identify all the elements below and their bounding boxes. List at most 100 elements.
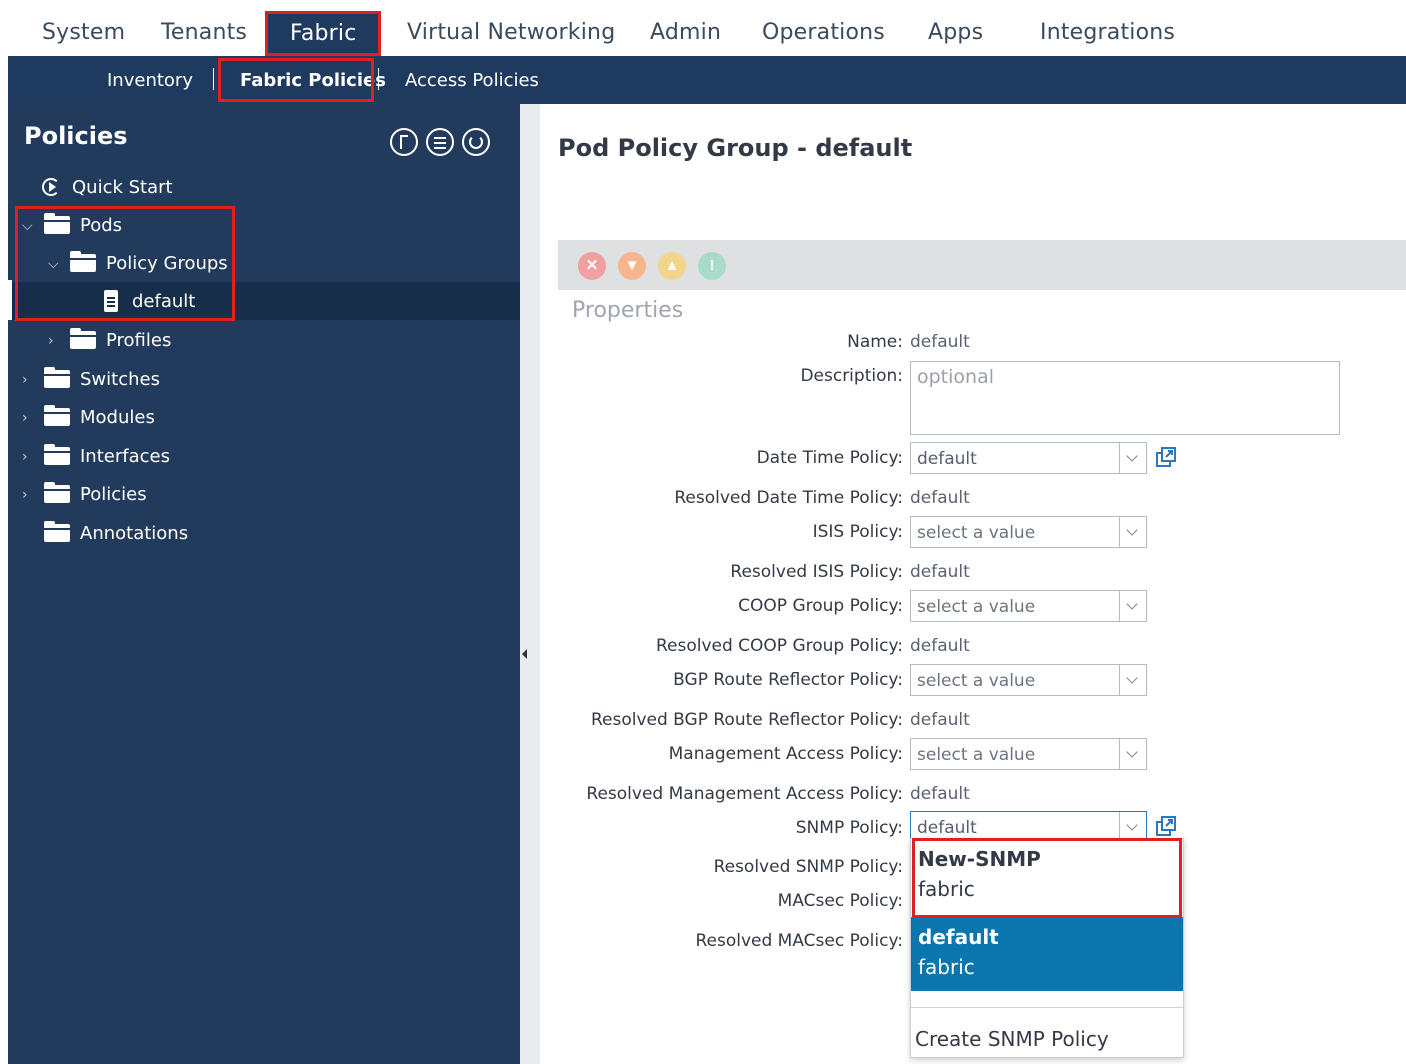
sidebar-item-annotations[interactable]: Annotations: [44, 514, 188, 552]
sidebar-item-profiles[interactable]: › Profiles: [48, 321, 171, 359]
sidebar-item-label: Policies: [80, 483, 147, 505]
mgmt-access-policy-label: Management Access Policy:: [668, 744, 903, 764]
minor-fault-icon[interactable]: ▲: [658, 252, 686, 280]
chevron-right-icon[interactable]: ›: [48, 333, 62, 349]
chevron-right-icon[interactable]: ›: [22, 410, 36, 426]
chevron-down-icon[interactable]: ⌵: [48, 256, 62, 272]
resolved-date-time-value: default: [910, 488, 970, 508]
quick-start-icon: [42, 178, 60, 196]
isis-policy-select[interactable]: select a value: [910, 516, 1147, 548]
sidebar-item-label: Annotations: [80, 522, 189, 544]
resolved-mgmt-label: Resolved Management Access Policy:: [586, 784, 903, 804]
resolved-date-time-label: Resolved Date Time Policy:: [674, 488, 903, 508]
sidebar-item-default[interactable]: default: [104, 282, 195, 320]
pane-splitter[interactable]: [520, 104, 540, 1064]
folder-icon: [44, 482, 70, 503]
resolved-coop-label: Resolved COOP Group Policy:: [655, 636, 903, 656]
coop-policy-label: COOP Group Policy:: [738, 596, 903, 616]
collapse-arrow-icon[interactable]: [522, 649, 527, 659]
sidebar-item-policies[interactable]: › Policies: [22, 475, 147, 513]
mgmt-access-policy-select[interactable]: select a value: [910, 738, 1147, 770]
bgp-policy-label: BGP Route Reflector Policy:: [673, 670, 903, 690]
chevron-down-icon[interactable]: [1119, 739, 1146, 769]
sidebar-item-interfaces[interactable]: › Interfaces: [22, 437, 170, 475]
folder-icon: [44, 521, 70, 542]
sidebar-item-label: Modules: [80, 406, 155, 428]
sidebar-item-policy-groups[interactable]: ⌵ Policy Groups: [48, 244, 228, 282]
chevron-right-icon[interactable]: ›: [22, 487, 36, 503]
description-field[interactable]: optional: [910, 361, 1340, 435]
coop-policy-select[interactable]: select a value: [910, 590, 1147, 622]
subnav-separator: [378, 68, 379, 90]
select-value: default: [917, 449, 977, 469]
tab-tenants[interactable]: Tenants: [161, 20, 247, 45]
subnav-separator: [213, 68, 214, 90]
sub-nav: Inventory Fabric Policies Access Policie…: [8, 56, 1406, 104]
critical-fault-icon[interactable]: ✕: [578, 252, 606, 280]
folder-icon: [44, 213, 70, 234]
warning-fault-icon[interactable]: !: [698, 252, 726, 280]
tab-integrations[interactable]: Integrations: [1040, 20, 1175, 45]
chevron-down-icon[interactable]: [1119, 591, 1146, 621]
folder-icon: [70, 251, 96, 272]
option-tenant: fabric: [918, 877, 975, 901]
description-label: Description:: [800, 366, 903, 386]
tab-operations[interactable]: Operations: [762, 20, 885, 45]
sidebar-item-label: Switches: [80, 368, 160, 390]
resolved-macsec-label: Resolved MACsec Policy:: [695, 931, 903, 951]
top-nav: System Tenants Fabric Virtual Networking…: [8, 0, 1406, 56]
refresh-icon[interactable]: [462, 128, 490, 156]
select-value: select a value: [917, 745, 1036, 765]
dropdown-option-default[interactable]: default fabric: [911, 917, 1183, 991]
subnav-access-policies[interactable]: Access Policies: [405, 70, 539, 91]
chevron-down-icon[interactable]: [1119, 443, 1146, 473]
sidebar-item-label: Interfaces: [80, 445, 170, 467]
sidebar-item-switches[interactable]: › Switches: [22, 360, 160, 398]
select-value: default: [917, 818, 977, 838]
sidebar-item-label: Quick Start: [72, 176, 173, 198]
date-time-policy-select[interactable]: default: [910, 442, 1147, 474]
isis-policy-label: ISIS Policy:: [812, 522, 903, 542]
sidebar-item-label: Profiles: [106, 329, 172, 351]
tab-fabric[interactable]: Fabric: [268, 12, 379, 56]
sidebar-item-quick-start[interactable]: Quick Start: [42, 168, 173, 206]
tab-system[interactable]: System: [42, 20, 125, 45]
bgp-policy-select[interactable]: select a value: [910, 664, 1147, 696]
dropdown-option-new-snmp[interactable]: New-SNMP fabric: [911, 839, 1183, 913]
sidebar-item-pods[interactable]: ⌵ Pods: [22, 206, 122, 244]
properties-heading: Properties: [572, 298, 684, 323]
chevron-down-icon[interactable]: ⌵: [22, 218, 36, 234]
option-tenant: fabric: [918, 955, 975, 979]
major-fault-icon[interactable]: ▼: [618, 252, 646, 280]
name-label: Name:: [847, 332, 903, 352]
resolved-bgp-value: default: [910, 710, 970, 730]
option-name: default: [918, 925, 999, 949]
fault-counts-bar: ✕ ▼ ▲ !: [558, 240, 1406, 290]
tab-apps[interactable]: Apps: [928, 20, 983, 45]
folder-icon: [44, 405, 70, 426]
option-name: New-SNMP: [918, 847, 1041, 871]
resolved-isis-label: Resolved ISIS Policy:: [730, 562, 903, 582]
document-icon: [104, 290, 118, 312]
list-filter-icon[interactable]: [426, 128, 454, 156]
sidebar-item-modules[interactable]: › Modules: [22, 398, 155, 436]
subnav-inventory[interactable]: Inventory: [107, 70, 193, 91]
chevron-right-icon[interactable]: ›: [22, 372, 36, 388]
tab-admin[interactable]: Admin: [650, 20, 721, 45]
select-value: select a value: [917, 597, 1036, 617]
resolved-coop-value: default: [910, 636, 970, 656]
open-external-icon[interactable]: [1155, 446, 1177, 468]
folder-icon: [70, 328, 96, 349]
subnav-fabric-policies[interactable]: Fabric Policies: [240, 70, 386, 91]
selected-row-highlight: [8, 282, 520, 320]
chevron-down-icon[interactable]: [1119, 665, 1146, 695]
page-title: Pod Policy Group - default: [558, 134, 913, 162]
chevron-right-icon[interactable]: ›: [22, 449, 36, 465]
create-snmp-policy-option[interactable]: Create SNMP Policy: [915, 1027, 1109, 1051]
open-external-icon[interactable]: [1155, 815, 1177, 837]
tab-virtual-networking[interactable]: Virtual Networking: [407, 20, 615, 45]
select-value: select a value: [917, 671, 1036, 691]
sidebar-item-label: Pods: [80, 214, 123, 236]
collapse-all-icon[interactable]: [390, 128, 418, 156]
chevron-down-icon[interactable]: [1119, 517, 1146, 547]
